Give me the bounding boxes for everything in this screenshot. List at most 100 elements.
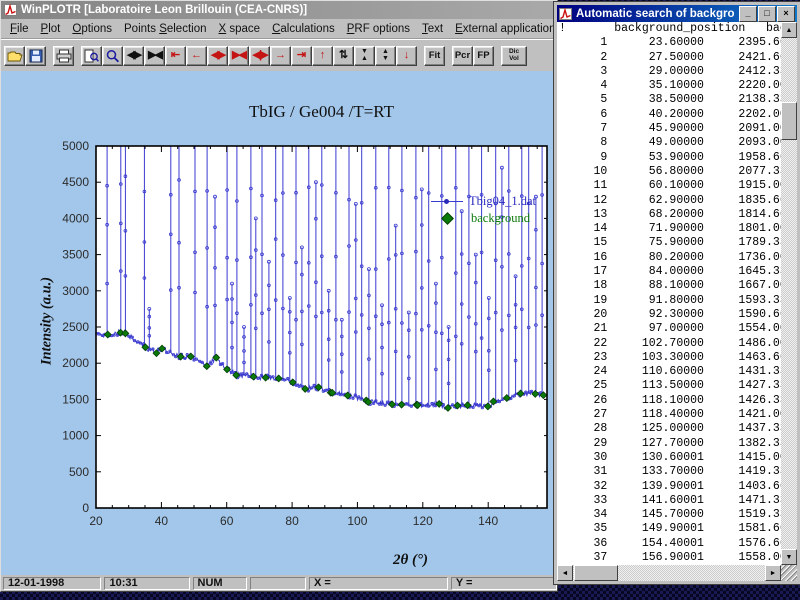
zoom-icon[interactable] xyxy=(102,46,123,66)
fp-button[interactable]: FP xyxy=(473,46,494,66)
table-row: 37 156.90001 1558.00000 xyxy=(559,551,781,565)
pan-left-end-icon[interactable]: ⇤ xyxy=(165,46,186,66)
svg-text:5000: 5000 xyxy=(62,139,89,153)
vertical-scroll-thumb[interactable] xyxy=(781,102,797,140)
menu-item-plot[interactable]: Plot xyxy=(35,21,67,37)
table-row: 7 45.90000 2091.00000 xyxy=(559,122,781,136)
toolbar: ◀▶▶◀⇤←◀▶▶◀◀|▶→⇥↑⇅▼▲▲▼↓FitPcrFPDicVol xyxy=(1,39,557,71)
pan-right-icon[interactable]: → xyxy=(270,46,291,66)
scroll-right-icon[interactable]: ► xyxy=(765,565,781,581)
x-center-icon[interactable]: ◀|▶ xyxy=(249,46,270,66)
pan-left-icon[interactable]: ← xyxy=(186,46,207,66)
print-icon[interactable] xyxy=(53,46,74,66)
table-row: 30 130.60001 1415.00000 xyxy=(559,451,781,465)
close-button[interactable]: × xyxy=(777,6,795,22)
resize-grip[interactable] xyxy=(781,565,797,581)
table-row: 2 27.50000 2421.66675 xyxy=(559,51,781,65)
table-row: 24 110.60000 1431.33337 xyxy=(559,365,781,379)
expand-x-icon[interactable]: ◀▶ xyxy=(123,46,144,66)
table-row: 26 118.10000 1426.33337 xyxy=(559,394,781,408)
svg-text:3000: 3000 xyxy=(62,284,89,298)
status-bar: 12-01-1998 10:31 NUM X = Y = xyxy=(1,575,557,591)
menu-item-x-space[interactable]: X space xyxy=(213,21,267,37)
table-row: 34 145.70000 1519.33337 xyxy=(559,508,781,522)
preview-icon[interactable] xyxy=(81,46,102,66)
table-row: 9 53.90000 1958.66675 xyxy=(559,151,781,165)
table-row: 32 139.90001 1403.66675 xyxy=(559,480,781,494)
scroll-up-icon[interactable]: ▲ xyxy=(781,22,797,38)
y-up-icon[interactable]: ↑ xyxy=(312,46,333,66)
compress-x-icon[interactable]: ▶◀ xyxy=(144,46,165,66)
table-row: 22 102.70000 1486.00000 xyxy=(559,337,781,351)
minimize-button[interactable]: _ xyxy=(739,6,757,22)
table-row: 15 75.90000 1789.33337 xyxy=(559,236,781,250)
dicvol-button[interactable]: DicVol xyxy=(501,46,527,66)
svg-text:4000: 4000 xyxy=(62,211,89,225)
table-content[interactable]: ! background_position bac 1 23.60000 239… xyxy=(557,22,781,565)
compress-y-icon[interactable]: ▼▲ xyxy=(354,46,375,66)
scroll-down-icon[interactable]: ▼ xyxy=(781,549,797,565)
menu-item-calculations[interactable]: Calculations xyxy=(266,21,341,37)
table-row: 1 23.60000 2395.66675 xyxy=(559,36,781,50)
horizontal-scroll-thumb[interactable] xyxy=(574,565,618,581)
background-points-window: Automatic search of background poi... _ … xyxy=(554,2,800,584)
plot-legend: Tbig04_1.dat background xyxy=(431,193,536,227)
x-axis-label: 2θ (°) xyxy=(393,552,428,569)
status-time: 10:31 xyxy=(104,577,189,590)
y-down-icon[interactable]: ↓ xyxy=(396,46,417,66)
svg-text:0: 0 xyxy=(82,501,89,515)
status-x-coordinate: X = xyxy=(309,577,448,590)
table-title-bar[interactable]: Automatic search of background poi... _ … xyxy=(557,5,797,22)
table-row: 36 154.40001 1576.66675 xyxy=(559,537,781,551)
menu-item-external-applications[interactable]: External applications xyxy=(449,21,567,37)
table-row: 17 84.00000 1645.33337 xyxy=(559,265,781,279)
y-axis-label: Intensity (a.u.) xyxy=(39,277,56,365)
table-row: 35 149.90001 1581.66675 xyxy=(559,522,781,536)
pan-right-end-icon[interactable]: ⇥ xyxy=(291,46,312,66)
x-zoom-in-icon[interactable]: ▶◀ xyxy=(228,46,249,66)
status-date: 12-01-1998 xyxy=(3,577,101,590)
diffraction-plot[interactable]: 2040608010012014005001000150020002500300… xyxy=(1,71,557,575)
legend-data-label: Tbig04_1.dat xyxy=(469,194,536,209)
svg-text:60: 60 xyxy=(220,514,234,528)
table-row: 25 113.50000 1427.33337 xyxy=(559,379,781,393)
save-icon[interactable] xyxy=(25,46,46,66)
expand-y-icon[interactable]: ▲▼ xyxy=(375,46,396,66)
open-icon[interactable] xyxy=(4,46,25,66)
winplotr-window: WinPLOTR [Laboratoire Leon Brillouin (CE… xyxy=(0,0,558,592)
table-row: 31 133.70000 1419.33337 xyxy=(559,465,781,479)
menu-item-options[interactable]: Options xyxy=(66,21,118,37)
menu-bar: FilePlotOptionsPoints SelectionX spaceCa… xyxy=(1,19,557,39)
table-row: 6 40.20000 2202.00000 xyxy=(559,108,781,122)
svg-text:500: 500 xyxy=(69,465,89,479)
fit-button[interactable]: Fit xyxy=(424,46,445,66)
line-marker-icon xyxy=(431,201,463,202)
status-y-coordinate: Y = xyxy=(451,577,557,590)
svg-text:40: 40 xyxy=(155,514,169,528)
svg-text:100: 100 xyxy=(347,514,367,528)
menu-item-file[interactable]: File xyxy=(4,21,35,37)
horizontal-scrollbar[interactable]: ◄ ► xyxy=(557,565,781,581)
x-zoom-out-icon[interactable]: ◀▶ xyxy=(207,46,228,66)
scroll-left-icon[interactable]: ◄ xyxy=(557,565,573,581)
menu-item-points-selection[interactable]: Points Selection xyxy=(118,21,212,37)
table-row: 19 91.80000 1593.33337 xyxy=(559,294,781,308)
table-row: 21 97.00000 1554.00000 xyxy=(559,322,781,336)
table-row: 18 88.10000 1667.00000 xyxy=(559,279,781,293)
vertical-scrollbar[interactable]: ▲ ▼ xyxy=(781,22,797,565)
svg-text:4500: 4500 xyxy=(62,175,89,189)
menu-item-prf-options[interactable]: PRF options xyxy=(341,21,416,37)
table-row: 28 125.00000 1437.33337 xyxy=(559,422,781,436)
legend-entry-data: Tbig04_1.dat xyxy=(431,193,536,210)
pcr-button[interactable]: Pcr xyxy=(452,46,473,66)
maximize-button[interactable]: □ xyxy=(758,6,776,22)
menu-item-text[interactable]: Text xyxy=(416,21,449,37)
svg-text:120: 120 xyxy=(413,514,433,528)
table-row: 12 62.90000 1835.66675 xyxy=(559,194,781,208)
main-title-bar[interactable]: WinPLOTR [Laboratoire Leon Brillouin (CE… xyxy=(1,1,557,19)
table-header: ! background_position bac xyxy=(559,22,781,36)
y-updown-icon[interactable]: ⇅ xyxy=(333,46,354,66)
winplotr-icon xyxy=(4,4,17,16)
dot-marker-icon xyxy=(444,199,449,204)
table-row: 23 103.30000 1463.66675 xyxy=(559,351,781,365)
